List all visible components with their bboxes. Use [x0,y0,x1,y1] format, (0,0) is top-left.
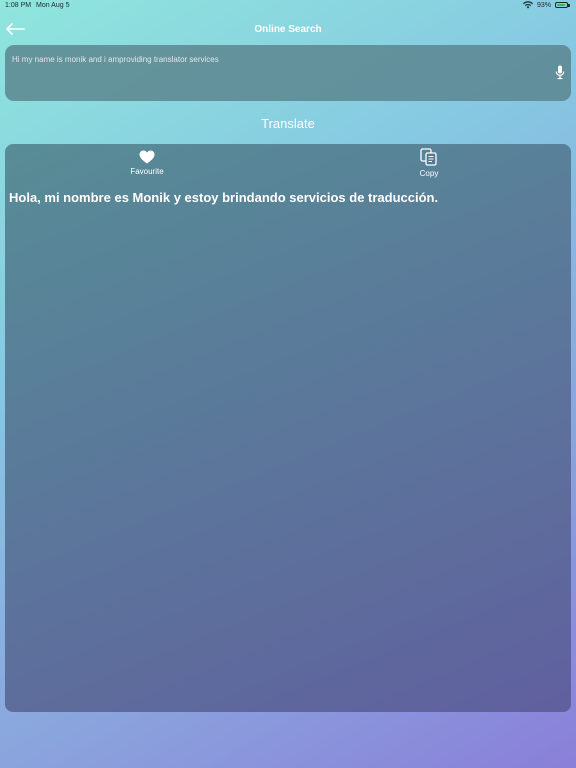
copy-button[interactable]: Copy [405,148,453,178]
translate-button[interactable]: Translate [0,116,576,131]
battery-fill [557,4,566,6]
battery-icon [555,2,570,8]
copy-icon [420,148,437,166]
favourite-button[interactable]: Favourite [123,150,171,176]
search-input[interactable]: Hi my name is monik and i amproviding tr… [5,45,571,101]
heart-icon [139,150,155,164]
favourite-label: Favourite [130,167,164,176]
status-time: 1:08 PM [5,2,32,9]
page-title: Online Search [254,24,322,35]
copy-label: Copy [419,169,439,178]
battery-nub [568,4,570,7]
status-bar: 1:08 PM Mon Aug 5 93% [0,0,576,12]
status-date: Mon Aug 5 [36,2,70,9]
battery-percent: 93% [536,1,551,9]
translation-result-panel: Favourite Copy Hola, mi nombre es Monik … [5,144,571,712]
translated-text: Hola, mi nombre es Monik y estoy brindan… [9,190,439,205]
status-indicators: 93% [522,1,570,9]
microphone-icon[interactable] [555,65,565,80]
wifi-icon [522,1,533,9]
search-input-value[interactable]: Hi my name is monik and i amproviding tr… [12,55,219,64]
